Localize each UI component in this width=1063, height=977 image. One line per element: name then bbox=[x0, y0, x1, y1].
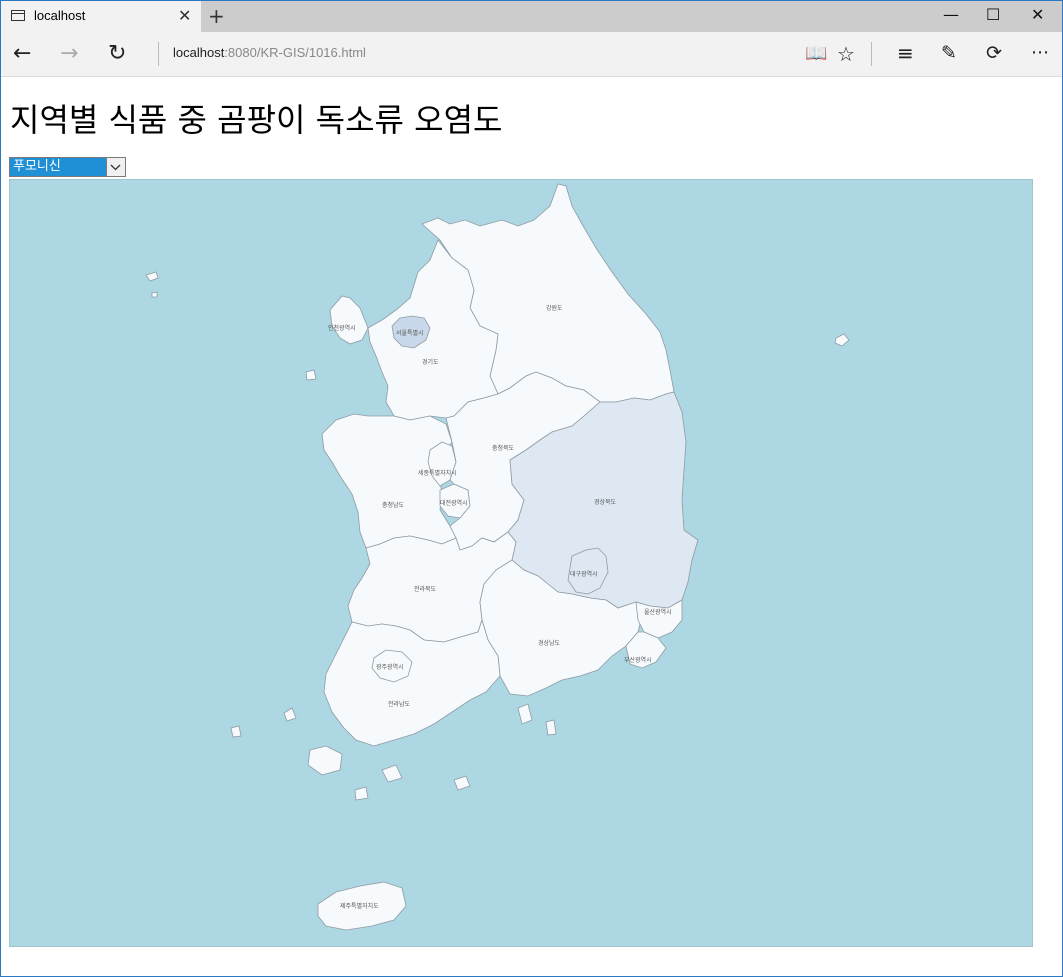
label-seoul: 서울특별시 bbox=[396, 329, 424, 337]
divider bbox=[158, 42, 159, 66]
address-bar-row: ← → ↻ localhost:8080/KR-GIS/1016.html 📖 … bbox=[1, 32, 1062, 77]
label-busan: 부산광역시 bbox=[624, 656, 652, 664]
maximize-icon[interactable]: ☐ bbox=[986, 5, 1000, 24]
back-arrow-icon[interactable]: ← bbox=[13, 41, 31, 66]
divider bbox=[871, 42, 872, 66]
island bbox=[354, 786, 369, 801]
close-window-icon[interactable]: ✕ bbox=[1031, 5, 1044, 24]
browser-tab[interactable]: localhost ✕ bbox=[1, 1, 201, 32]
web-note-icon[interactable]: ✎ bbox=[941, 42, 957, 64]
label-incheon: 인천광역시 bbox=[328, 324, 356, 332]
island bbox=[834, 333, 850, 347]
label-gyeongbuk: 경상북도 bbox=[594, 498, 617, 506]
korea-map: 강원도 경기도 서울특별시 인천광역시 충청북도 충청남도 세종특별자치시 대전… bbox=[9, 179, 1033, 947]
label-chungnam: 충청남도 bbox=[382, 501, 405, 509]
island bbox=[283, 707, 297, 722]
island bbox=[151, 291, 158, 298]
reading-view-icon[interactable]: 📖 bbox=[805, 43, 827, 64]
more-icon[interactable]: ⋯ bbox=[1031, 42, 1049, 63]
close-tab-icon[interactable]: ✕ bbox=[178, 6, 191, 25]
url-path: :8080/KR-GIS/1016.html bbox=[224, 45, 366, 60]
forward-arrow-icon[interactable]: → bbox=[60, 41, 78, 66]
url-field[interactable]: localhost:8080/KR-GIS/1016.html bbox=[173, 45, 366, 60]
refresh-icon[interactable]: ↻ bbox=[108, 41, 126, 66]
island bbox=[517, 703, 533, 725]
new-tab-icon[interactable]: + bbox=[208, 4, 225, 28]
region-incheon[interactable] bbox=[329, 295, 369, 345]
label-jeonbuk: 전라북도 bbox=[414, 585, 437, 593]
island bbox=[145, 271, 159, 282]
label-chungbuk: 충청북도 bbox=[492, 444, 515, 452]
url-host: localhost bbox=[173, 45, 225, 60]
page-icon bbox=[11, 10, 25, 21]
label-daejeon: 대전광역시 bbox=[440, 499, 468, 507]
island bbox=[307, 745, 343, 776]
island bbox=[453, 775, 471, 791]
label-jeju: 제주특별자치도 bbox=[340, 902, 379, 910]
island bbox=[305, 369, 317, 381]
island bbox=[545, 719, 557, 736]
share-icon[interactable]: ⟳ bbox=[986, 42, 1002, 64]
toxin-select[interactable]: 푸모니신 bbox=[9, 157, 126, 177]
hub-icon[interactable]: ≡ bbox=[897, 41, 914, 65]
region-jeonnam[interactable] bbox=[323, 618, 501, 747]
label-gwangju: 광주광역시 bbox=[376, 663, 404, 671]
label-jeonnam: 전라남도 bbox=[388, 700, 411, 708]
label-gangwon: 강원도 bbox=[546, 304, 563, 312]
label-gyeonggi: 경기도 bbox=[422, 358, 439, 366]
tab-title: localhost bbox=[34, 8, 86, 23]
label-sejong: 세종특별자치시 bbox=[418, 469, 457, 477]
toxin-select-value: 푸모니신 bbox=[10, 158, 108, 176]
label-gyeongnam: 경상남도 bbox=[538, 639, 561, 647]
island bbox=[381, 764, 403, 783]
tab-bar: localhost ✕ + — ☐ ✕ bbox=[1, 1, 1062, 32]
chevron-down-icon[interactable] bbox=[106, 158, 125, 176]
page-title: 지역별 식품 중 곰팡이 독소류 오염도 bbox=[10, 101, 503, 139]
favorite-star-icon[interactable]: ☆ bbox=[837, 42, 855, 66]
minimize-icon[interactable]: — bbox=[943, 5, 959, 24]
island bbox=[230, 725, 242, 738]
label-daegu: 대구광역시 bbox=[570, 570, 598, 578]
label-ulsan: 울산광역시 bbox=[644, 608, 672, 616]
